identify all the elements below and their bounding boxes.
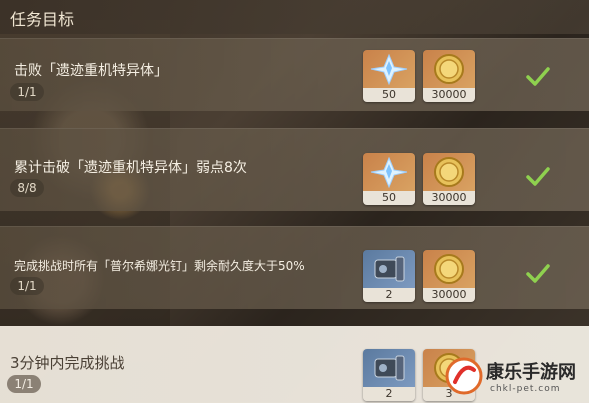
- objective-row: 完成挑战时所有「普尔希娜光钉」剩余耐久度大于50% 1/1 2 30000: [0, 226, 589, 309]
- reward-mora[interactable]: 30000: [423, 250, 475, 302]
- objective-row: 累计击破「遗迹重机特异体」弱点8次 8/8 50 30000: [0, 128, 589, 211]
- hydraulic-tool-icon: [363, 250, 415, 288]
- primogem-icon: [363, 153, 415, 191]
- primogem-icon: [363, 50, 415, 88]
- objectives-header: 任务目标: [0, 0, 589, 34]
- hydraulic-tool-icon: [363, 349, 415, 387]
- objective-text: 完成挑战时所有「普尔希娜光钉」剩余耐久度大于50%: [14, 259, 305, 273]
- reward-quantity: 30000: [423, 288, 475, 302]
- checkmark-icon: [526, 67, 550, 86]
- header-title: 任务目标: [10, 10, 75, 29]
- watermark-name: 康乐手游网: [486, 362, 576, 383]
- watermark-url: chkl-pet.com: [490, 384, 561, 394]
- checkmark-icon: [526, 167, 550, 186]
- reward-quantity: 30000: [423, 88, 475, 102]
- checkmark-icon: [526, 264, 550, 283]
- reward-material[interactable]: 2: [363, 250, 415, 302]
- reward-mora[interactable]: 30000: [423, 153, 475, 205]
- reward-quantity: 2: [363, 288, 415, 302]
- objective-text: 累计击破「遗迹重机特异体」弱点8次: [14, 160, 247, 176]
- reward-material[interactable]: 2: [363, 349, 415, 401]
- objective-text: 3分钟内完成挑战: [10, 354, 125, 372]
- reward-quantity: 50: [363, 191, 415, 205]
- reward-quantity: 50: [363, 88, 415, 102]
- objective-progress: 1/1: [10, 83, 44, 101]
- mora-coin-icon: [423, 250, 475, 288]
- objective-row: 击败「遗迹重机特异体」 1/1 50 30000: [0, 38, 589, 111]
- watermark: 康乐手游网 chkl-pet.com: [440, 350, 589, 402]
- objective-progress: 8/8: [10, 179, 44, 197]
- objective-progress: 1/1: [7, 375, 41, 393]
- mora-coin-icon: [423, 153, 475, 191]
- reward-mora[interactable]: 30000: [423, 50, 475, 102]
- objective-text: 击败「遗迹重机特异体」: [14, 63, 168, 79]
- objective-progress: 1/1: [10, 277, 44, 295]
- reward-quantity: 2: [363, 387, 415, 401]
- reward-quantity: 30000: [423, 191, 475, 205]
- reward-primogem[interactable]: 50: [363, 50, 415, 102]
- reward-primogem[interactable]: 50: [363, 153, 415, 205]
- watermark-logo-icon: [445, 357, 483, 395]
- mora-coin-icon: [423, 50, 475, 88]
